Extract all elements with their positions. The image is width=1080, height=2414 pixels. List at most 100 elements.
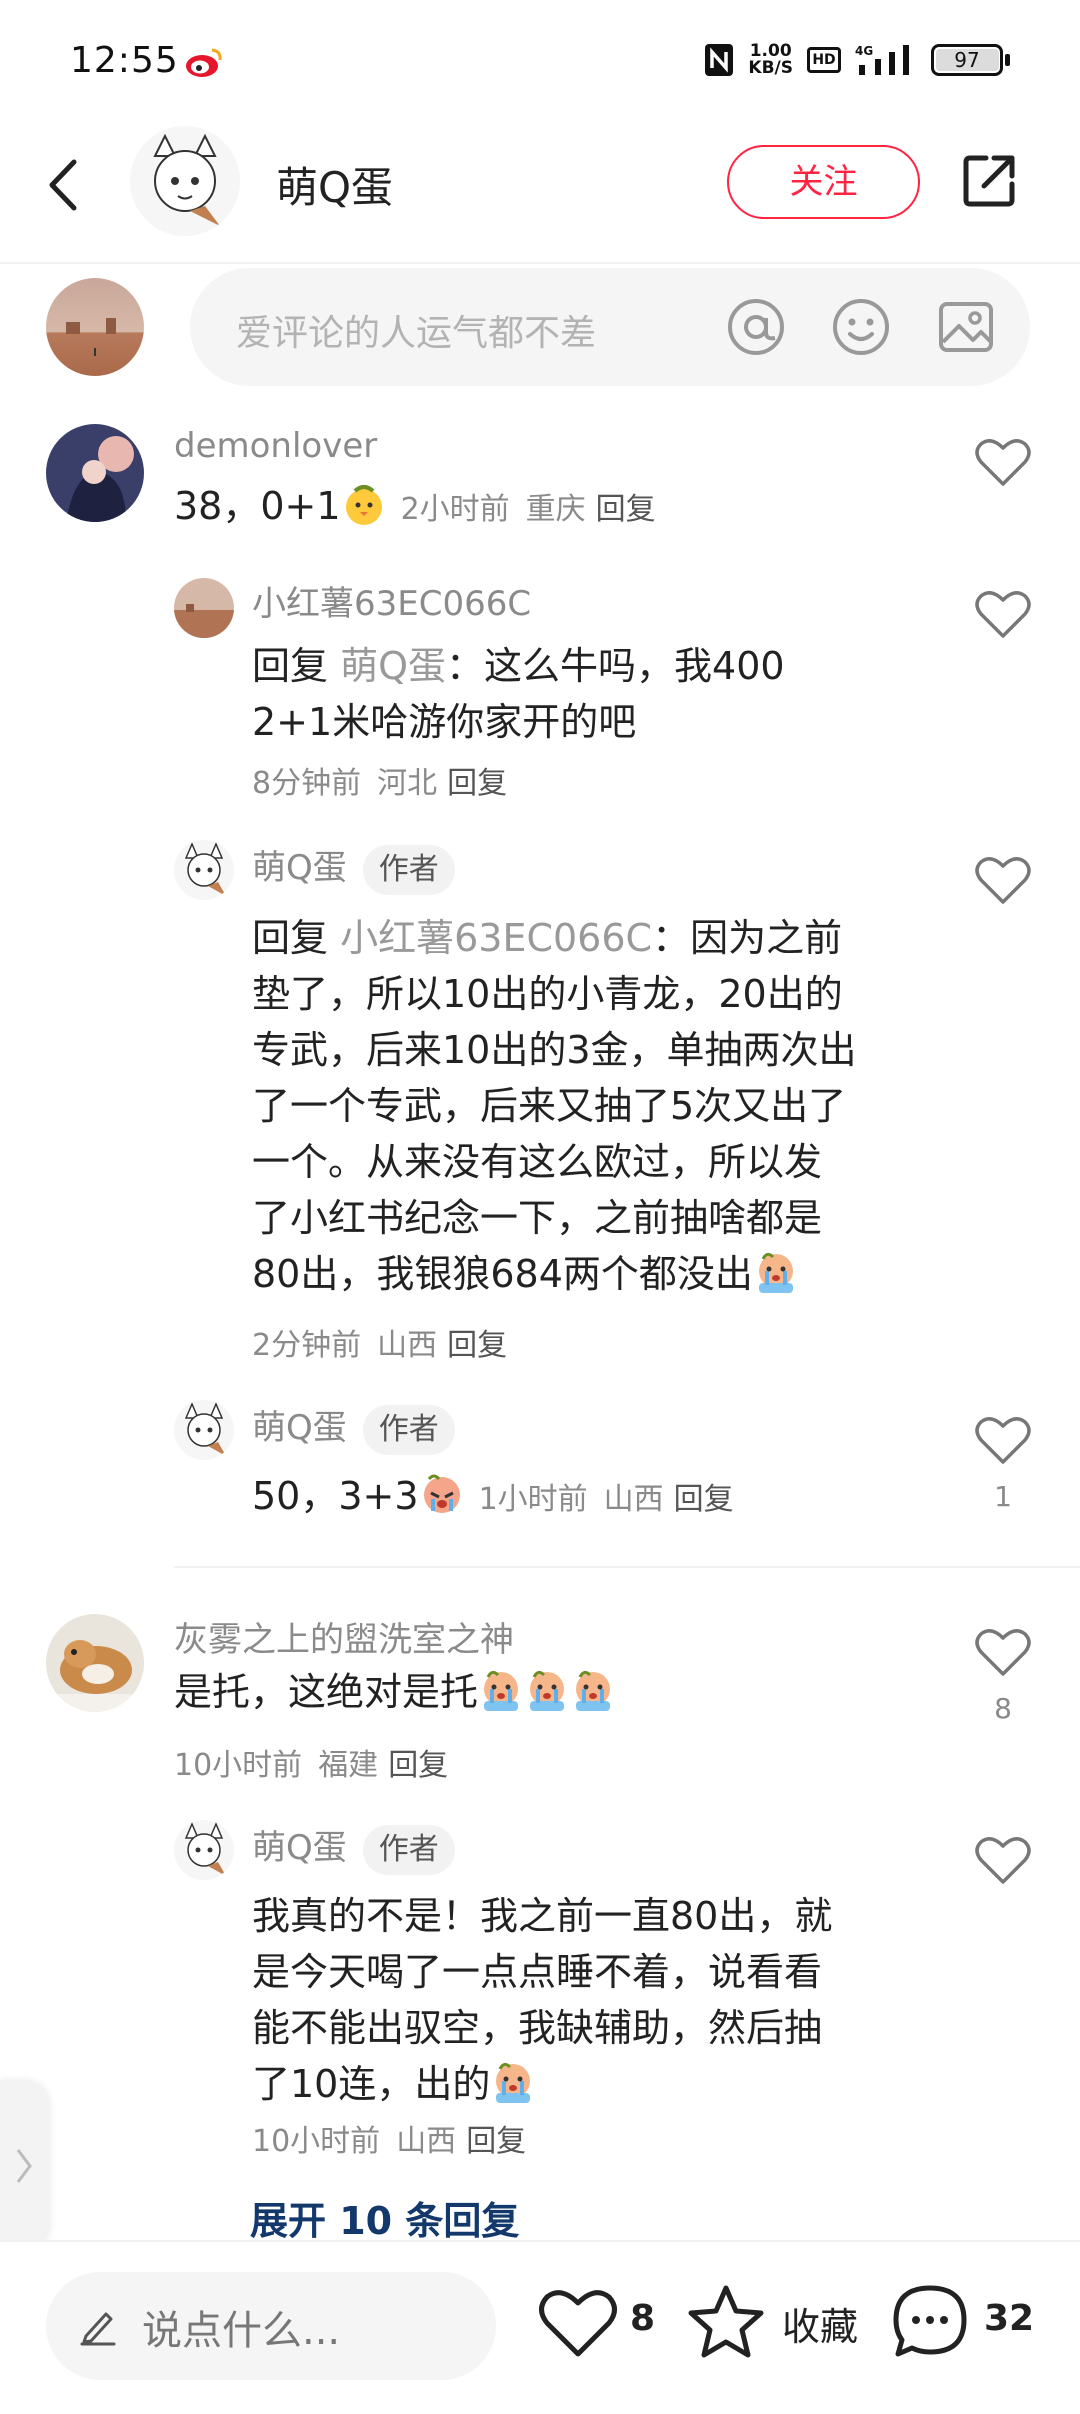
like-count: 8	[994, 1692, 1012, 1725]
comment-meta: 2小时前 重庆 回复	[401, 492, 656, 527]
crying-emoji-icon	[758, 1252, 793, 1293]
comment-input[interactable]: 爱评论的人运气都不差	[190, 268, 1030, 386]
commenter-avatar[interactable]	[46, 424, 144, 522]
crying-emoji-icon	[484, 1670, 519, 1711]
comment-time: 2分钟前	[252, 1328, 362, 1363]
comment-meta: 8分钟前 河北 回复	[252, 758, 507, 802]
reply-text[interactable]: 回复 萌Q蛋：这么牛吗，我400 2+1米哈游你家开的吧	[252, 638, 952, 750]
chevron-right-icon	[16, 2149, 32, 2183]
battery-tip	[1005, 54, 1010, 66]
commenter-avatar[interactable]	[174, 1400, 234, 1460]
reply-button[interactable]: 回复	[674, 1482, 734, 1517]
like-icon[interactable]	[975, 1834, 1031, 1886]
reply-item: 萌Q蛋 作者 回复 小红薯63EC066C：因为之前 垫了，所以10出的小青龙，2…	[0, 836, 1080, 1366]
reply-text-line: 垫了，所以10出的小青龙，20出的	[252, 972, 843, 1016]
mention-icon[interactable]	[725, 296, 787, 358]
comment-item: 灰雾之上的盥洗室之神 是托，这绝对是托 10小时前 福建 回复 8	[0, 1610, 1080, 1790]
commenter-name[interactable]: demonlover	[174, 426, 377, 466]
commenter-name[interactable]: 萌Q蛋	[252, 1408, 347, 1448]
weibo-icon	[186, 48, 222, 77]
crying-emoji-icon	[576, 1670, 611, 1711]
reply-item: 萌Q蛋 作者 我真的不是！我之前一直80出，就 是今天喝了一点点睡不着，说看看 能…	[0, 1816, 1080, 2176]
reply-prefix: 回复	[252, 644, 329, 688]
like-icon[interactable]	[538, 2286, 618, 2360]
reply-button[interactable]: 回复	[596, 492, 656, 527]
reply-to-name[interactable]: 萌Q蛋	[340, 644, 446, 688]
comment-text-row[interactable]: 是托，这绝对是托	[174, 1664, 616, 1720]
reply-text-line: 了10连，出的	[252, 2062, 491, 2106]
emoji-icon[interactable]	[830, 296, 892, 358]
author-avatar[interactable]	[130, 126, 240, 236]
comment-time: 1小时前	[478, 1482, 588, 1517]
image-icon[interactable]	[935, 296, 997, 358]
commenter-name[interactable]: 萌Q蛋	[252, 1828, 347, 1868]
side-drawer-handle[interactable]	[0, 2080, 50, 2250]
author-name[interactable]: 萌Q蛋	[276, 154, 393, 215]
reply-text-line: ：因为之前	[652, 916, 843, 960]
battery-indicator: 97	[931, 44, 1003, 76]
like-count: 8	[630, 2298, 656, 2339]
comment-meta: 1小时前 山西 回复	[479, 1482, 734, 1517]
pencil-icon	[80, 2312, 116, 2346]
signal-icon: 4G	[855, 44, 909, 75]
comment-meta: 10小时前 福建 回复	[174, 1740, 448, 1784]
reply-button[interactable]: 回复	[466, 2124, 526, 2159]
reply-item: 萌Q蛋 作者 50，3+3 1小时前 山西 回复 1	[0, 1396, 1080, 1536]
commenter-name-row: 萌Q蛋 作者	[252, 840, 455, 895]
reply-text-line: 专武，后来10出的3金，单抽两次出	[252, 1028, 857, 1072]
comment-divider	[174, 1566, 1080, 1568]
comment-text-row[interactable]: 50，3+3 1小时前 山西 回复	[252, 1468, 734, 1528]
comment-meta: 2分钟前 山西 回复	[252, 1320, 507, 1364]
comment-text: 38，0+1	[174, 484, 341, 528]
reply-button[interactable]: 回复	[447, 1328, 507, 1363]
like-icon[interactable]	[975, 436, 1031, 488]
reply-text[interactable]: 回复 小红薯63EC066C：因为之前 垫了，所以10出的小青龙，20出的 专武…	[252, 910, 952, 1302]
commenter-name[interactable]: 萌Q蛋	[252, 848, 347, 888]
comment-time: 10小时前	[252, 2124, 381, 2159]
comment-input-placeholder: 爱评论的人运气都不差	[236, 313, 597, 354]
reply-text-line: 一个。从来没有这么欧过，所以发	[252, 1140, 823, 1184]
commenter-avatar[interactable]	[174, 840, 234, 900]
crying-face-emoji-icon	[423, 1474, 460, 1513]
bottom-comment-input[interactable]: 说点什么...	[46, 2272, 496, 2380]
like-icon[interactable]	[975, 1414, 1031, 1466]
comment-location: 福建	[318, 1748, 379, 1783]
reply-to-name[interactable]: 小红薯63EC066C	[340, 916, 652, 960]
commenter-name-row: 萌Q蛋 作者	[252, 1820, 455, 1875]
back-arrow-icon[interactable]	[40, 150, 90, 220]
follow-button[interactable]: 关注	[727, 145, 920, 219]
nfc-icon	[705, 44, 734, 76]
like-icon[interactable]	[975, 854, 1031, 906]
comment-location: 山西	[603, 1482, 664, 1517]
commenter-avatar[interactable]	[46, 1614, 144, 1712]
reply-text[interactable]: 我真的不是！我之前一直80出，就 是今天喝了一点点睡不着，说看看 能不能出驭空，…	[252, 1888, 952, 2112]
star-icon[interactable]	[686, 2282, 766, 2362]
comment-text-row[interactable]: 38，0+1 2小时前 重庆 回复	[174, 478, 656, 538]
reply-text-line: 能不能出驭空，我缺辅助，然后抽	[252, 2006, 823, 2050]
reply-button[interactable]: 回复	[447, 766, 507, 801]
reply-button[interactable]: 回复	[388, 1748, 448, 1783]
reply-text-line: 我真的不是！我之前一直80出，就	[252, 1894, 833, 1938]
comment-text: 50，3+3	[252, 1474, 419, 1518]
comment-text: 是托，这绝对是托	[174, 1670, 479, 1714]
bottom-input-placeholder: 说点什么...	[142, 2308, 341, 2354]
collect-label[interactable]: 收藏	[782, 2296, 858, 2351]
comment-location: 山西	[396, 2124, 457, 2159]
commenter-name[interactable]: 灰雾之上的盥洗室之神	[174, 1612, 514, 1661]
commenter-avatar[interactable]	[174, 578, 234, 638]
reply-text-line: 了小红书纪念一下，之前抽啥都是	[252, 1196, 823, 1240]
expand-replies-button[interactable]: 展开 10 条回复	[250, 2190, 519, 2245]
commenter-avatar[interactable]	[174, 1820, 234, 1880]
share-icon[interactable]	[960, 150, 1020, 210]
comment-count: 32	[984, 2298, 1035, 2339]
commenter-name[interactable]: 小红薯63EC066C	[252, 576, 531, 625]
author-badge: 作者	[362, 1404, 455, 1455]
like-count: 1	[994, 1480, 1012, 1513]
crying-emoji-icon	[496, 2062, 531, 2103]
comment-time: 2小时前	[400, 492, 510, 527]
reply-text-line: 了一个专武，后来又抽了5次又出了	[252, 1084, 847, 1128]
like-icon[interactable]	[975, 588, 1031, 640]
comment-bubble-icon[interactable]	[890, 2282, 970, 2362]
comment-meta: 10小时前 山西 回复	[252, 2116, 526, 2160]
like-icon[interactable]	[975, 1626, 1031, 1678]
